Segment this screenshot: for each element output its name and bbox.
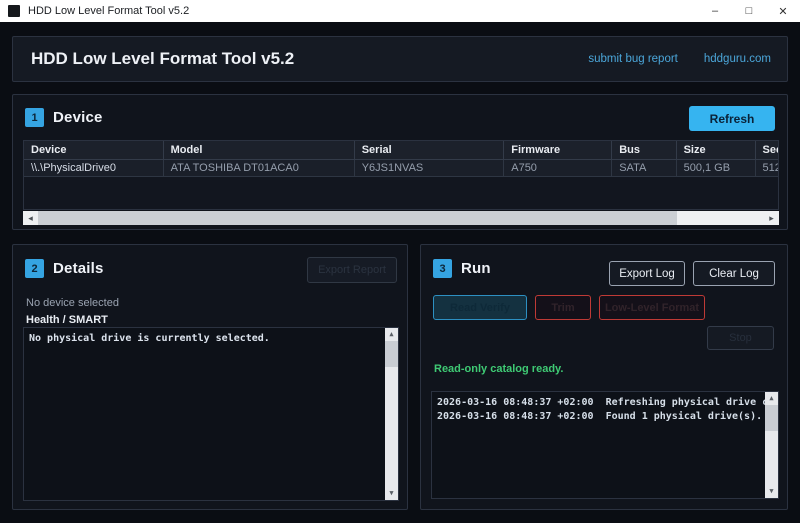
scrollbar-thumb[interactable] [765, 405, 778, 431]
minimize-icon[interactable]: – [698, 0, 732, 22]
clear-log-button[interactable]: Clear Log [693, 261, 775, 286]
run-section-title: Run [461, 260, 491, 277]
app-icon [8, 5, 20, 17]
smart-textarea[interactable]: No physical drive is currently selected.… [23, 327, 399, 501]
device-cell-3: A750 [504, 159, 612, 176]
column-header-firmware[interactable]: Firmware [504, 141, 612, 159]
scrollbar-thumb[interactable] [38, 211, 677, 225]
details-section-title: Details [53, 260, 104, 277]
submit-bug-report-link[interactable]: submit bug report [588, 53, 678, 65]
refresh-button[interactable]: Refresh [689, 106, 775, 131]
vertical-scrollbar[interactable]: ▲ ▼ [765, 392, 778, 498]
device-cell-6: 512 / 4 096 [755, 159, 779, 176]
header-card: HDD Low Level Format Tool v5.2 submit bu… [12, 36, 788, 82]
section-number-badge: 1 [25, 108, 44, 127]
device-table: DeviceModelSerialFirmwareBusSizeSector s… [24, 141, 779, 177]
device-section-title: Device [53, 109, 103, 126]
catalog-status: Read-only catalog ready. [434, 363, 563, 375]
column-header-size[interactable]: Size [676, 141, 755, 159]
titlebar: HDD Low Level Format Tool v5.2 – □ ✕ [0, 0, 800, 22]
scrollbar-track [765, 405, 778, 485]
device-selected-status: No device selected [26, 297, 119, 309]
device-table-row[interactable]: \\.\PhysicalDrive0ATA TOSHIBA DT01ACA0Y6… [24, 159, 779, 176]
health-smart-label: Health / SMART [26, 314, 108, 326]
stop-button[interactable]: Stop [707, 326, 774, 350]
export-report-button[interactable]: Export Report [307, 257, 397, 283]
column-header-bus[interactable]: Bus [612, 141, 676, 159]
scrollbar-track [385, 341, 398, 487]
header-links: submit bug report hddguru.com [588, 53, 771, 65]
scroll-up-icon[interactable]: ▲ [389, 328, 393, 341]
column-header-serial[interactable]: Serial [354, 141, 504, 159]
device-cell-1: ATA TOSHIBA DT01ACA0 [163, 159, 354, 176]
trim-button[interactable]: Trim [535, 295, 591, 320]
scroll-up-icon[interactable]: ▲ [769, 392, 773, 405]
section-number-badge: 3 [433, 259, 452, 278]
smart-text: No physical drive is currently selected. [24, 328, 398, 350]
column-header-device[interactable]: Device [24, 141, 163, 159]
device-cell-5: 500,1 GB [676, 159, 755, 176]
column-header-model[interactable]: Model [163, 141, 354, 159]
device-cell-2: Y6JS1NVAS [354, 159, 504, 176]
log-textarea[interactable]: 2026-03-16 08:48:37 +02:00 Refreshing ph… [431, 391, 779, 499]
vertical-scrollbar[interactable]: ▲ ▼ [385, 328, 398, 500]
close-icon[interactable]: ✕ [766, 0, 800, 22]
device-section: 1 Device Refresh DeviceModelSerialFirmwa… [12, 94, 788, 230]
maximize-icon[interactable]: □ [732, 0, 766, 22]
titlebar-title: HDD Low Level Format Tool v5.2 [28, 5, 189, 17]
page-title: HDD Low Level Format Tool v5.2 [31, 49, 294, 69]
log-line: 2026-03-16 08:48:37 +02:00 Found 1 physi… [437, 410, 760, 424]
device-cell-0: \\.\PhysicalDrive0 [24, 159, 163, 176]
scroll-left-icon[interactable]: ◂ [23, 211, 38, 225]
device-table-header-row: DeviceModelSerialFirmwareBusSizeSector s… [24, 141, 779, 159]
app-window: HDD Low Level Format Tool v5.2 – □ ✕ HDD… [0, 0, 800, 523]
scroll-down-icon[interactable]: ▼ [769, 485, 773, 498]
scrollbar-track[interactable] [38, 211, 764, 225]
details-section: 2 Details Export Report No device select… [12, 244, 408, 510]
column-header-sector-size[interactable]: Sector size [755, 141, 779, 159]
export-log-button[interactable]: Export Log [609, 261, 685, 286]
scroll-right-icon[interactable]: ▸ [764, 211, 779, 225]
section-number-badge: 2 [25, 259, 44, 278]
run-section: 3 Run Export Log Clear Log Read Verify T… [420, 244, 788, 510]
scrollbar-thumb[interactable] [385, 341, 398, 367]
window-controls: – □ ✕ [698, 0, 800, 22]
horizontal-scrollbar[interactable]: ◂ ▸ [23, 211, 779, 225]
device-table-wrap: DeviceModelSerialFirmwareBusSizeSector s… [23, 140, 779, 210]
scroll-down-icon[interactable]: ▼ [389, 487, 393, 500]
hddguru-link[interactable]: hddguru.com [704, 53, 771, 65]
device-cell-4: SATA [612, 159, 676, 176]
read-verify-button[interactable]: Read Verify [433, 295, 527, 320]
low-level-format-button[interactable]: Low-Level Format [599, 295, 705, 320]
log-line: 2026-03-16 08:48:37 +02:00 Refreshing ph… [437, 396, 760, 410]
log-output: 2026-03-16 08:48:37 +02:00 Refreshing ph… [432, 392, 778, 428]
